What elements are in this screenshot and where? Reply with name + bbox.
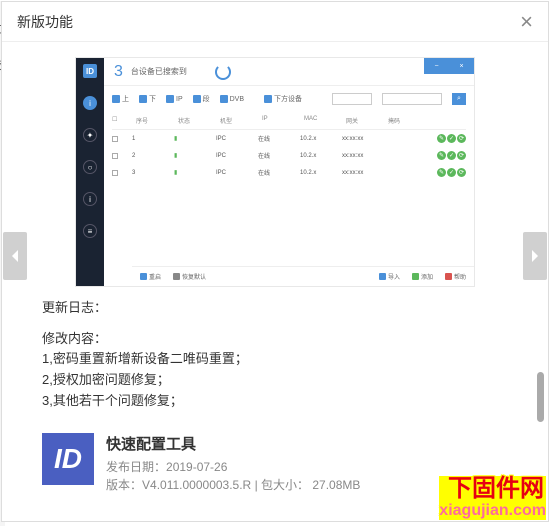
- preview-nav-icon: i: [83, 192, 97, 206]
- preview-logo-icon: ID: [83, 64, 97, 78]
- changelog-item: 3,其他若干个问题修复；: [42, 391, 508, 412]
- app-logo-icon: ID: [54, 443, 82, 475]
- dialog-title: 新版功能: [17, 12, 73, 32]
- preview-toolbar: 上 下 IP 段 DVB 下方设备 ⌕: [104, 86, 474, 112]
- table-row: 3▮IPC在线10.2.xxx:xx:xx✎✓⟳: [112, 164, 466, 181]
- preview-main: − × 3 台设备已搜索到 上 下 IP 段 DVB 下方设备: [104, 58, 474, 286]
- changelog-dialog: 新版功能 × ID i ✦ ○ i ≡ − ×: [1, 1, 549, 522]
- changelog-title: 更新日志：: [42, 297, 508, 316]
- preview-select: [332, 93, 372, 105]
- watermark-en: xiagujian.com: [439, 502, 546, 520]
- spinner-icon: [215, 64, 231, 80]
- app-name: 快速配置工具: [106, 433, 508, 454]
- table-row: 1▮IPC在线10.2.xxx:xx:xx✎✓⟳: [112, 130, 466, 147]
- preview-window-controls: − ×: [424, 58, 474, 74]
- scrollbar-thumb[interactable]: [537, 372, 544, 422]
- changelog-item: 2,授权加密问题修复；: [42, 370, 508, 391]
- dialog-content: ID i ✦ ○ i ≡ − × 3 台设备已搜索到 上 下: [2, 42, 548, 521]
- changelog-section: 更新日志： 修改内容： 1,密码重置新增新设备二唯码重置； 2,授权加密问题修复…: [32, 297, 518, 411]
- search-icon: ⌕: [452, 93, 466, 105]
- watermark-cn: 下固件网: [439, 476, 546, 502]
- app-release-line: 发布日期：2019-07-26: [106, 458, 508, 476]
- app-icon: ID: [42, 433, 94, 485]
- feature-screenshot: ID i ✦ ○ i ≡ − × 3 台设备已搜索到 上 下: [75, 57, 475, 287]
- close-button[interactable]: ×: [520, 11, 533, 33]
- titlebar: 新版功能 ×: [2, 2, 548, 42]
- chevron-right-icon: [530, 249, 540, 263]
- preview-nav-icon: i: [83, 96, 97, 110]
- preview-nav-icon: ≡: [83, 224, 97, 238]
- prev-slide-button[interactable]: [3, 232, 27, 280]
- preview-sidebar: ID i ✦ ○ i ≡: [76, 58, 104, 286]
- next-slide-button[interactable]: [523, 232, 547, 280]
- preview-footer: 重启 恢复默认 导入 添加 帮助: [132, 266, 474, 286]
- preview-search: [382, 93, 442, 105]
- preview-nav-icon: ✦: [83, 128, 97, 142]
- table-row: 2▮IPC在线10.2.xxx:xx:xx✎✓⟳: [112, 147, 466, 164]
- watermark: 下固件网 xiagujian.com: [439, 476, 546, 520]
- preview-nav-icon: ○: [83, 160, 97, 174]
- preview-device-count: 3: [114, 63, 123, 81]
- changelog-subtitle: 修改内容：: [42, 328, 508, 347]
- changelog-item: 1,密码重置新增新设备二唯码重置；: [42, 349, 508, 370]
- preview-table: ☐ 序号 状态 机型 IP MAC 网关 掩码 1▮IPC在线10.2.xxx:…: [104, 112, 474, 181]
- preview-header: 3 台设备已搜索到: [104, 58, 474, 86]
- chevron-left-icon: [10, 249, 20, 263]
